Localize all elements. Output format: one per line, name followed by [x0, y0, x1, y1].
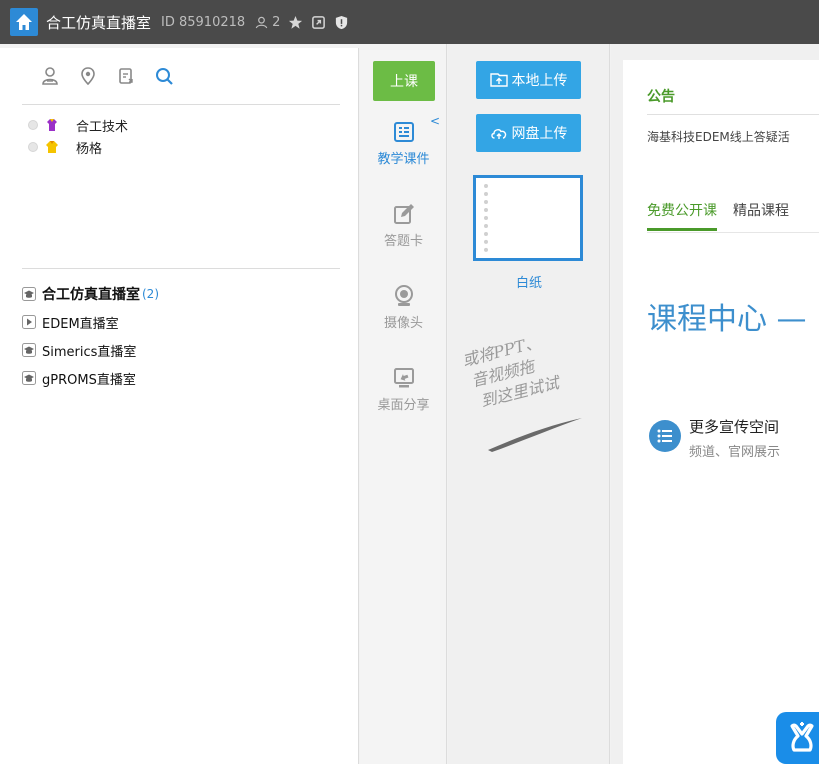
cloud-upload-button[interactable]: 网盘上传	[476, 114, 581, 152]
cap-icon	[22, 343, 36, 357]
divider	[22, 104, 340, 105]
tab-label: 教学课件	[377, 152, 430, 167]
room-title: 合工仿真直播室	[46, 13, 152, 32]
desktop-share-icon	[393, 368, 414, 388]
left-panel: 合工技术 杨格 合工仿真直播室 (2) EDEM直播室 Simerics直播室 …	[0, 48, 359, 764]
export-icon[interactable]	[116, 66, 136, 86]
cap-icon	[22, 371, 36, 385]
play-icon	[22, 315, 36, 329]
tab-courseware[interactable]: 教学课件	[360, 120, 447, 167]
course-center-heading: 课程中心 —	[647, 302, 807, 337]
list-item-user[interactable]: 合工技术	[28, 114, 128, 136]
divider	[647, 114, 819, 115]
user-icon[interactable]	[40, 66, 60, 86]
tab-free-courses[interactable]: 免费公开课	[647, 200, 717, 231]
list-item-room[interactable]: 合工仿真直播室 (2)	[22, 280, 159, 308]
list-item-user[interactable]: 杨格	[28, 136, 128, 158]
room-list: 合工仿真直播室 (2) EDEM直播室 Simerics直播室 gPROMS直播…	[22, 280, 159, 392]
home-icon	[16, 14, 32, 30]
user-list: 合工技术 杨格	[28, 114, 128, 158]
search-icon[interactable]	[154, 66, 174, 86]
person-icon	[255, 16, 268, 28]
content-panel: 公告 海基科技EDEM线上答疑活 免费公开课 精品课程 课程中心 — 更多宣传空…	[623, 60, 819, 764]
app-logo-icon	[790, 722, 814, 752]
swoosh-decoration	[488, 418, 582, 452]
star-icon	[289, 15, 303, 29]
local-upload-label: 本地上传	[511, 73, 568, 89]
notice-title: 公告	[647, 89, 675, 105]
room-id: ID 85910218	[161, 14, 246, 30]
share-icon	[312, 15, 326, 29]
promo-item[interactable]: 更多宣传空间 频道、官网展示	[649, 416, 780, 460]
content-area: 公告 海基科技EDEM线上答疑活 免费公开课 精品课程 课程中心 — 更多宣传空…	[611, 44, 819, 764]
room-name: 合工仿真直播室	[42, 287, 140, 303]
divider	[647, 232, 819, 233]
list-item-room[interactable]: gPROMS直播室	[22, 364, 159, 392]
tab-desktop-share[interactable]: 桌面分享	[360, 366, 447, 413]
title-bar: 合工仿真直播室 ID 85910218 2	[0, 0, 819, 44]
location-icon[interactable]	[78, 66, 98, 86]
security-button[interactable]	[334, 15, 349, 30]
user-name: 杨格	[76, 141, 103, 157]
share-button[interactable]	[311, 15, 326, 30]
list-item-room[interactable]: Simerics直播室	[22, 336, 159, 364]
blank-page-label: 白纸	[515, 276, 542, 291]
tool-column: 上课 < 教学课件 答题卡 摄像头 桌面分享	[360, 44, 447, 764]
divider	[22, 268, 340, 269]
tab-label: 答题卡	[383, 234, 423, 249]
list-item-room[interactable]: EDEM直播室	[22, 308, 159, 336]
user-name: 合工技术	[76, 119, 129, 135]
upload-icon	[489, 73, 508, 87]
tab-camera[interactable]: 摄像头	[360, 284, 447, 331]
vip-purple-icon	[44, 117, 60, 133]
tab-label: 桌面分享	[377, 398, 430, 413]
room-name: EDEM直播室	[42, 316, 119, 332]
home-button[interactable]	[10, 8, 38, 36]
tab-answer-card[interactable]: 答题卡	[360, 202, 447, 249]
promo-title: 更多宣传空间	[689, 418, 780, 436]
status-dot	[28, 120, 38, 130]
tab-premium-courses[interactable]: 精品课程	[733, 200, 789, 231]
courseware-icon	[393, 122, 414, 142]
tab-label: 摄像头	[383, 316, 423, 331]
start-class-button[interactable]: 上课	[373, 61, 435, 101]
favorite-button[interactable]	[288, 15, 303, 30]
status-dot	[28, 142, 38, 152]
shield-icon	[336, 15, 348, 29]
drag-hint: 或将PPT、 音视频拖 到这里试试	[460, 319, 602, 414]
room-name: gPROMS直播室	[42, 372, 136, 388]
promo-subtitle: 频道、官网展示	[689, 445, 781, 460]
room-count: (2)	[142, 287, 159, 301]
courseware-panel: 本地上传 网盘上传 白纸 或将PPT、 音视频拖 到这里试试	[448, 44, 610, 764]
left-toolbar	[40, 66, 174, 86]
cloud-upload-icon	[490, 129, 506, 139]
local-upload-button[interactable]: 本地上传	[476, 61, 581, 99]
cap-icon	[22, 287, 36, 301]
blank-page-card[interactable]	[473, 175, 583, 261]
user-count-value: 2	[272, 14, 281, 30]
course-tabs: 免费公开课 精品课程	[647, 200, 789, 231]
vip-yellow-icon	[44, 139, 60, 155]
page-edge-dots	[484, 184, 488, 252]
answer-card-icon	[393, 204, 414, 224]
app-logo-button[interactable]	[776, 712, 819, 764]
notice-text: 海基科技EDEM线上答疑活	[647, 130, 790, 144]
room-name: Simerics直播室	[42, 344, 137, 360]
user-count: 2	[255, 15, 280, 30]
camera-icon	[394, 285, 413, 306]
cloud-upload-label: 网盘上传	[511, 126, 568, 142]
list-icon	[649, 420, 681, 452]
